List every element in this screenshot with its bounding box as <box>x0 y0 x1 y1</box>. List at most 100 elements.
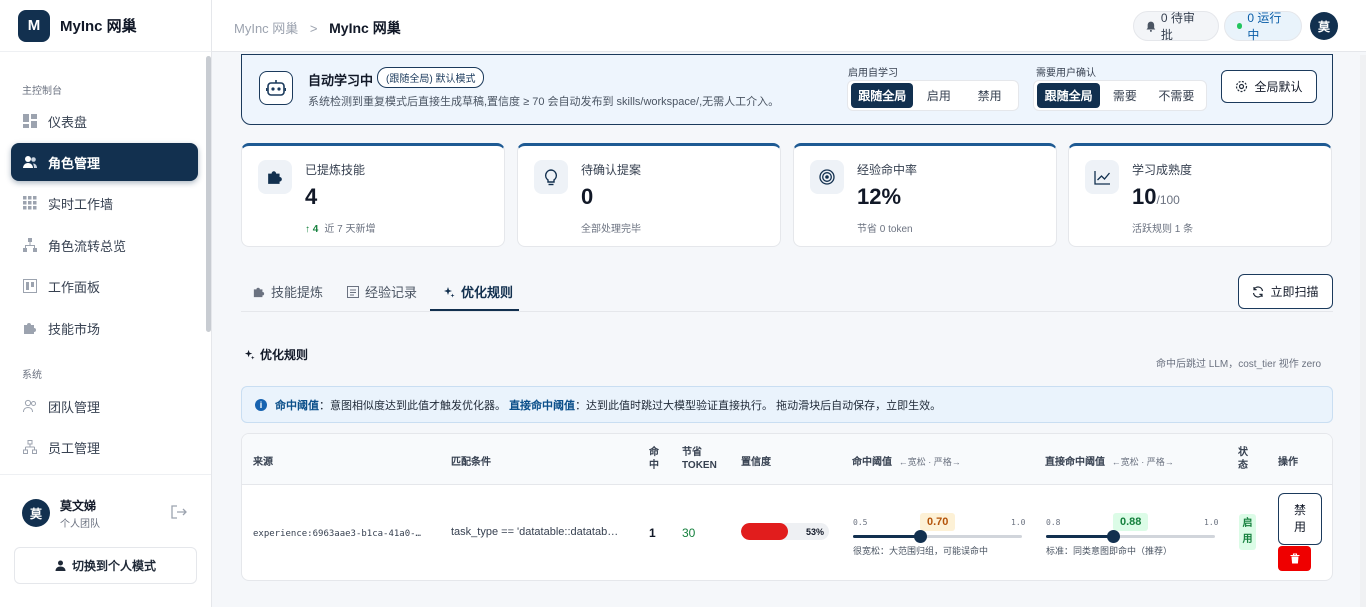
sidebar-item-roles[interactable]: 角色管理 <box>11 143 198 181</box>
col-hits-line1: 命 <box>649 447 659 458</box>
tab-label: 技能提炼 <box>271 285 324 300</box>
sidebar-item-skill-market[interactable]: 技能市场 <box>11 309 198 347</box>
tab-optimization-rules[interactable]: 优化规则 <box>443 282 513 301</box>
enable-option-off[interactable]: 禁用 <box>964 83 1015 108</box>
status-badge: 启用 <box>1239 514 1256 550</box>
puzzle-icon <box>258 160 292 194</box>
user-name: 莫文娣 <box>60 499 97 513</box>
confirm-option-follow-global[interactable]: 跟随全局 <box>1037 83 1101 108</box>
threshold-slider[interactable] <box>853 530 1022 543</box>
learning-mode-badge: (跟随全局) 默认模式 <box>377 67 485 88</box>
threshold-info-banner: i 命中阈值：意图相似度达到此值才触发优化器。 直接命中阈值：达到此值时跳过大模… <box>241 386 1333 423</box>
threshold-slider-fill <box>853 535 921 538</box>
learning-description: 系统检测到重复模式后直接生成草稿,置信度 ≥ 70 会自动发布到 skills/… <box>308 96 780 108</box>
trend-icon <box>1085 160 1119 194</box>
brand[interactable]: M MyInc 网巢 <box>0 0 211 52</box>
avatar[interactable]: 莫 <box>1310 12 1338 40</box>
stat-card-proposals: 待确认提案 0 全部处理完毕 <box>517 143 781 247</box>
tab-skill-extraction[interactable]: 技能提炼 <box>253 282 323 301</box>
require-confirm-segment: 跟随全局 需要 不需要 <box>1033 80 1207 111</box>
sidebar-item-role-flow[interactable]: 角色流转总览 <box>11 226 198 264</box>
direct-threshold-hint: 标准：同类意图即命中（推荐） <box>1046 546 1173 556</box>
global-default-label: 全局默认 <box>1254 80 1303 94</box>
sidebar: M MyInc 网巢 主控制台 仪表盘 角色管理 实时工作墙 角色流转总览 工作… <box>0 0 212 607</box>
delete-button[interactable] <box>1278 546 1311 571</box>
sidebar-item-live-wall[interactable]: 实时工作墙 <box>11 184 198 222</box>
stat-label: 已提炼技能 <box>305 163 366 177</box>
stat-value: 12% <box>857 184 901 210</box>
pending-approval-pill[interactable]: 0 待审批 <box>1133 11 1219 42</box>
direct-slider-knob[interactable] <box>1107 530 1121 543</box>
avatar[interactable]: 莫 <box>22 499 50 527</box>
col-threshold-hint: ←宽松 · 严格→ <box>898 457 961 467</box>
sidebar-item-label: 员工管理 <box>48 440 101 456</box>
auto-learning-panel: 自动学习中 (跟随全局) 默认模式 系统检测到重复模式后直接生成草稿,置信度 ≥… <box>241 54 1333 125</box>
running-pill[interactable]: 0 运行中 <box>1224 11 1302 42</box>
target-icon <box>810 160 844 194</box>
sidebar-item-work-panel[interactable]: 工作面板 <box>11 267 198 305</box>
logout-icon[interactable] <box>171 505 187 519</box>
grid-icon <box>23 196 37 210</box>
confirm-option-not-required[interactable]: 不需要 <box>1150 83 1203 108</box>
scan-now-button[interactable]: 立即扫描 <box>1238 274 1333 309</box>
col-direct-threshold: 直接命中阈值 ←宽松 · 严格→ <box>1045 453 1174 468</box>
breadcrumb-parent[interactable]: MyInc 网巢 <box>234 21 298 36</box>
col-threshold-label: 命中阈值 <box>852 457 892 468</box>
enable-learning-segment: 跟随全局 启用 禁用 <box>847 80 1019 111</box>
direct-threshold-min: 0.8 <box>1046 518 1061 527</box>
rules-note: 命中后跳过 LLM，cost_tier 视作 zero <box>1156 359 1322 370</box>
col-source: 来源 <box>253 457 273 468</box>
col-action: 操作 <box>1278 457 1298 468</box>
sidebar-item-staff[interactable]: 员工管理 <box>11 428 198 466</box>
stat-value: 0 <box>581 184 593 210</box>
robot-icon <box>259 71 293 105</box>
enable-option-follow-global[interactable]: 跟随全局 <box>851 83 914 108</box>
disable-line2: 用 <box>1293 520 1306 534</box>
main-scrollbar[interactable] <box>1360 55 1366 607</box>
rules-title-text: 优化规则 <box>260 348 309 362</box>
global-default-button[interactable]: 全局默认 <box>1221 70 1317 103</box>
stat-value: 10/100 <box>1132 184 1180 210</box>
confirm-option-required[interactable]: 需要 <box>1100 83 1149 108</box>
stat-sub: ↑ 4 近 7 天新增 <box>305 220 375 235</box>
sidebar-item-team[interactable]: 团队管理 <box>11 387 198 425</box>
pending-approval-text: 0 待审批 <box>1160 11 1195 42</box>
sidebar-item-label: 工作面板 <box>48 279 101 295</box>
learning-title: 自动学习中 <box>308 73 374 88</box>
direct-threshold-slider[interactable] <box>1046 530 1215 543</box>
col-hits: 命中 <box>649 446 659 472</box>
sidebar-item-dashboard[interactable]: 仪表盘 <box>11 102 198 140</box>
tab-experience-records[interactable]: 经验记录 <box>347 282 417 301</box>
sidebar-item-label: 角色管理 <box>48 155 101 171</box>
sidebar-scrollbar[interactable] <box>206 56 211 332</box>
enable-option-on[interactable]: 启用 <box>913 83 964 108</box>
puzzle-icon <box>24 323 36 334</box>
user-icon <box>55 560 66 571</box>
direct-threshold-max: 1.0 <box>1204 518 1219 527</box>
threshold-slider-knob[interactable] <box>914 530 928 543</box>
status-line2: 用 <box>1242 534 1253 545</box>
disable-line1: 禁 <box>1293 503 1306 517</box>
stat-sub: 节省 0 token <box>857 224 913 235</box>
rule-hits: 1 <box>649 526 656 540</box>
require-confirm-label: 需要用户确认 <box>1036 68 1096 79</box>
stat-delta: ↑ 4 <box>305 224 319 235</box>
status-line1: 启 <box>1242 518 1253 529</box>
running-status-dot <box>1237 23 1243 29</box>
col-saved-tokens: 节省 TOKEN <box>682 446 717 472</box>
direct-slider-fill <box>1046 535 1114 538</box>
users-icon <box>23 156 37 168</box>
switch-personal-mode-button[interactable]: 切换到个人模式 <box>14 547 197 584</box>
doc-icon <box>347 285 359 298</box>
col-hits-line2: 中 <box>649 460 659 471</box>
stat-number: 10 <box>1132 184 1157 209</box>
stat-label: 学习成熟度 <box>1132 163 1193 177</box>
user-box: 莫 莫文娣 个人团队 切换到个人模式 <box>0 474 211 607</box>
col-direct-hint: ←宽松 · 严格→ <box>1111 457 1174 467</box>
disable-button[interactable]: 禁用 <box>1278 493 1322 545</box>
sidebar-item-label: 技能市场 <box>48 321 101 337</box>
col-threshold: 命中阈值 ←宽松 · 严格→ <box>852 453 961 468</box>
stat-number: 0 <box>581 184 594 209</box>
col-status-line2: 态 <box>1238 460 1248 471</box>
col-direct-label: 直接命中阈值 <box>1045 457 1105 468</box>
